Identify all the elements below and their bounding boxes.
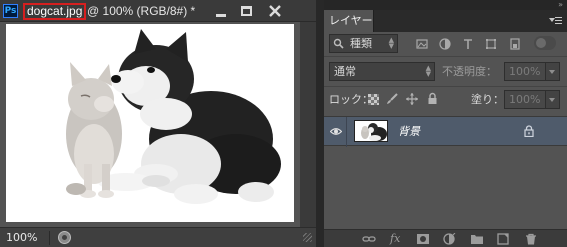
mask-icon[interactable] [416,233,430,245]
maximize-icon [241,6,252,16]
layers-panel: » レイヤー 種類 ▲ ▼ 通常 ▲ ▼ 不透明度： 100% ロック： 塗り：… [324,0,567,247]
canvas-area[interactable] [0,22,316,227]
fill-input[interactable]: 100% [504,90,546,109]
panel-menu-icon[interactable] [549,16,562,25]
filter-type-icon[interactable] [462,38,474,50]
document-title-bar[interactable]: Ps dogcat.jpg @ 100% (RGB/8#) * [0,0,316,22]
document-filename: dogcat.jpg [23,3,87,20]
eye-visibility-icon[interactable] [330,127,342,136]
layer-column-divider [346,117,347,147]
lock-transparent-pixels-icon[interactable] [368,94,379,105]
blend-mode-value: 通常 [334,65,356,78]
folder-icon[interactable] [470,233,484,245]
filter-kind-label: 種類 [350,37,372,50]
adjustment-icon[interactable] [442,233,456,245]
dog-and-cat-photo [6,24,294,222]
filter-smart-object-icon[interactable] [509,38,521,50]
chevron-updown-icon: ▲ ▼ [388,36,394,50]
document-info-icon[interactable] [58,231,71,244]
minimize-button[interactable] [210,3,232,19]
filter-toggle-switch[interactable] [534,36,556,50]
tab-layers[interactable]: レイヤー [324,10,374,32]
close-button[interactable] [264,3,286,19]
fx-icon[interactable]: fx [390,232,404,245]
layer-name[interactable]: 背景 [398,125,420,139]
opacity-label: 不透明度： [442,65,497,78]
panel-header-strip: » [324,0,567,10]
chevron-updown-icon: ▲ ▼ [425,64,431,78]
search-icon [333,38,344,49]
minimize-icon [216,14,226,17]
opacity-input[interactable]: 100% [504,62,546,81]
lock-all-icon[interactable] [427,92,438,105]
layers-footer-bar: fx [324,229,567,247]
layers-panel-content: 種類 ▲ ▼ 通常 ▲ ▼ 不透明度： 100% ロック： 塗り： 100% 背… [324,32,567,247]
photoshop-logo-icon: Ps [3,4,18,18]
canvas-image[interactable] [6,24,294,222]
collapse-panel-icon[interactable]: » [558,0,563,10]
vertical-scrollbar[interactable] [300,22,316,227]
zoom-level-field[interactable]: 100% [6,231,50,245]
fill-label: 塗り： [471,93,504,106]
fill-dropdown-icon[interactable] [546,90,560,109]
resize-grip-icon[interactable] [303,233,312,242]
panel-divider [316,0,324,247]
lock-image-pixels-icon[interactable] [386,93,398,105]
new-layer-icon[interactable] [496,233,510,245]
filter-shape-icon[interactable] [485,38,497,50]
link-icon[interactable] [362,233,376,245]
opacity-dropdown-icon[interactable] [546,62,560,81]
layer-thumbnail-image [355,121,387,141]
maximize-button[interactable] [236,3,258,19]
filter-kind-select[interactable]: 種類 ▲ ▼ [329,34,398,53]
layer-thumbnail[interactable] [354,120,388,142]
trash-icon[interactable] [524,233,538,245]
filter-adjustment-icon[interactable] [439,38,451,50]
panel-tab-bar: レイヤー [324,10,567,32]
layer-row-background[interactable]: 背景 [324,116,567,147]
close-icon [269,5,281,17]
lock-label: ロック： [329,93,373,106]
lock-position-icon[interactable] [406,93,418,105]
photoshop-window: Ps dogcat.jpg @ 100% (RGB/8#) * 100% » レ… [0,0,567,247]
filter-pixel-icon[interactable] [416,38,428,50]
lock-icon [524,125,534,137]
document-window: Ps dogcat.jpg @ 100% (RGB/8#) * 100% [0,0,316,247]
document-title-suffix: @ 100% (RGB/8#) * [87,4,196,18]
blend-mode-select[interactable]: 通常 ▲ ▼ [329,62,435,81]
status-bar: 100% [0,227,316,247]
